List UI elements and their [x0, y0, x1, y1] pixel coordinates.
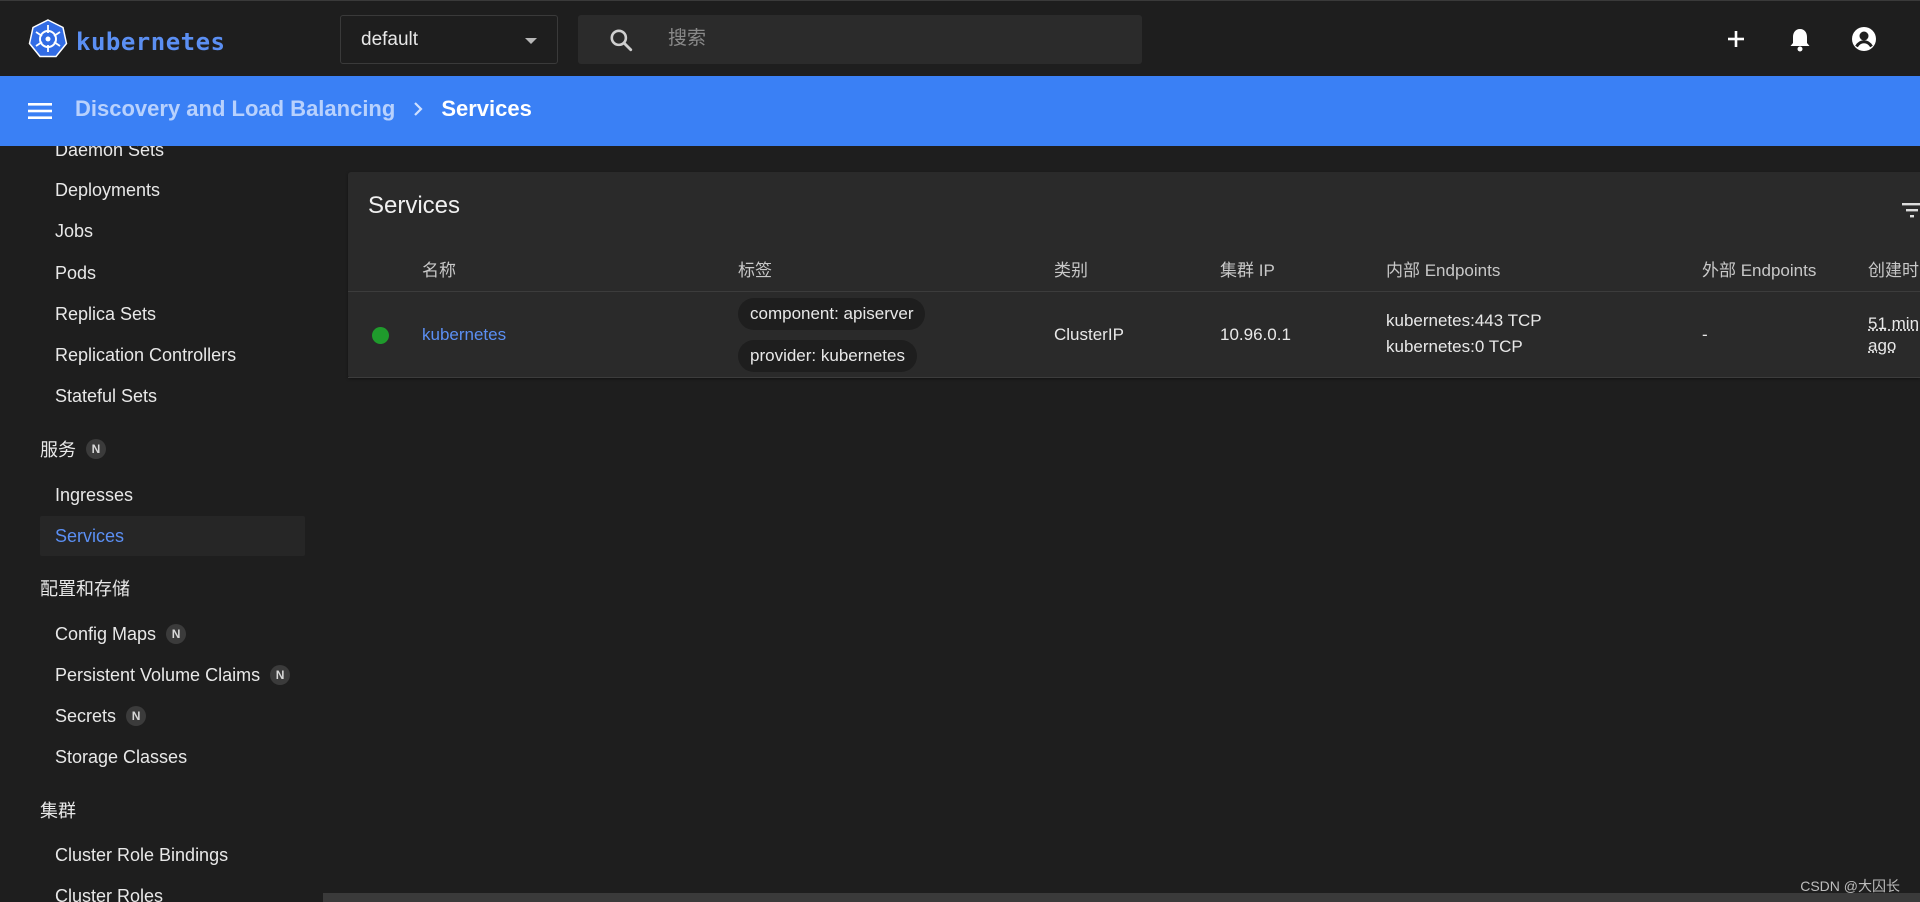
sidebar-item-cluster-roles[interactable]: Cluster Roles — [40, 876, 305, 902]
sidebar-item-deployments[interactable]: Deployments — [40, 170, 305, 210]
add-icon[interactable] — [1720, 23, 1752, 55]
kubernetes-logo-icon — [28, 19, 68, 64]
namespaced-badge: N — [270, 665, 290, 685]
brand-name: kubernetes — [76, 28, 226, 56]
search-input[interactable] — [668, 25, 1108, 53]
status-running-icon — [372, 327, 389, 344]
bell-icon[interactable] — [1784, 23, 1816, 55]
namespace-select[interactable]: default — [340, 15, 558, 64]
sidebar-item-label: Config Maps — [55, 624, 156, 645]
sidebar-item-label: Storage Classes — [55, 747, 187, 768]
sidebar-item-stateful-sets[interactable]: Stateful Sets — [40, 376, 305, 416]
search-bar[interactable] — [578, 15, 1142, 64]
column-header-cluster-ip: 集群 IP — [1220, 256, 1275, 281]
column-header-created[interactable]: 创建时 — [1868, 256, 1919, 281]
sidebar-group-config-storage[interactable]: 配置和存储 — [40, 575, 130, 601]
namespaced-badge: N — [86, 439, 106, 459]
namespace-value: default — [361, 29, 418, 51]
sidebar-item-ingresses[interactable]: Ingresses — [40, 475, 305, 515]
menu-icon[interactable] — [26, 97, 54, 125]
sidebar-item-daemon-sets[interactable]: Daemon Sets — [40, 146, 305, 170]
label-chip: provider: kubernetes — [738, 340, 917, 372]
external-endpoints: - — [1702, 325, 1708, 345]
sidebar-item-config-maps[interactable]: Config Maps N — [40, 614, 305, 654]
sidebar-group-label: 服务 — [40, 436, 76, 462]
chevron-right-icon — [407, 98, 429, 120]
sidebar-item-services[interactable]: Services — [40, 516, 305, 556]
sidebar-item-jobs[interactable]: Jobs — [40, 211, 305, 251]
namespaced-badge: N — [126, 706, 146, 726]
row-divider — [348, 377, 1920, 378]
services-card: Services 名称 标签 类别 集群 IP 内部 Endpoints 外部 … — [348, 172, 1920, 378]
internal-endpoint: kubernetes:443 TCP — [1386, 311, 1542, 331]
page-title: Services — [441, 96, 532, 122]
account-icon[interactable] — [1848, 23, 1880, 55]
card-title: Services — [368, 192, 460, 220]
filter-icon[interactable] — [1900, 198, 1920, 222]
header-divider — [348, 291, 1920, 292]
created-age-suffix: ago — [1868, 336, 1896, 356]
created-age: 51 min — [1868, 314, 1919, 334]
sidebar-group-label: 配置和存储 — [40, 575, 130, 601]
breadcrumb: Discovery and Load Balancing Services — [75, 96, 532, 122]
internal-endpoint: kubernetes:0 TCP — [1386, 337, 1523, 357]
watermark: CSDN @大囚长 — [1800, 876, 1900, 896]
sidebar-group-label: 集群 — [40, 797, 76, 823]
sidebar-group-services[interactable]: 服务 N — [40, 436, 106, 462]
sidebar-group-cluster[interactable]: 集群 — [40, 797, 76, 823]
sidebar-item-cluster-role-bindings[interactable]: Cluster Role Bindings — [40, 835, 305, 875]
caret-down-icon — [525, 38, 537, 44]
column-header-name[interactable]: 名称 — [422, 256, 456, 281]
sidebar-item-replication-controllers[interactable]: Replication Controllers — [40, 335, 305, 375]
page-header: Discovery and Load Balancing Services — [0, 76, 1920, 146]
service-name-link[interactable]: kubernetes — [422, 325, 506, 345]
column-header-external-endpoints: 外部 Endpoints — [1702, 256, 1816, 281]
column-header-internal-endpoints: 内部 Endpoints — [1386, 256, 1500, 281]
search-icon[interactable] — [608, 27, 634, 58]
sidebar-item-persistent-volume-claims[interactable]: Persistent Volume Claims N — [40, 655, 305, 695]
toolbar-actions — [1720, 23, 1880, 55]
column-header-type: 类别 — [1054, 256, 1088, 281]
sidebar-item-secrets[interactable]: Secrets N — [40, 696, 305, 736]
brand-logo[interactable]: kubernetes — [28, 19, 226, 64]
sidebar-item-label: Persistent Volume Claims — [55, 665, 260, 686]
namespaced-badge: N — [166, 624, 186, 644]
breadcrumb-parent-link[interactable]: Discovery and Load Balancing — [75, 96, 395, 122]
label-chip: component: apiserver — [738, 298, 925, 330]
sidebar-item-pods[interactable]: Pods — [40, 253, 305, 293]
sidebar-item-replica-sets[interactable]: Replica Sets — [40, 294, 305, 334]
column-header-labels: 标签 — [738, 256, 772, 281]
cluster-ip: 10.96.0.1 — [1220, 325, 1291, 345]
top-toolbar: kubernetes default — [0, 0, 1920, 76]
sidebar-nav: Daemon Sets Deployments Jobs Pods Replic… — [0, 146, 322, 902]
sidebar-item-storage-classes[interactable]: Storage Classes — [40, 737, 305, 777]
service-type: ClusterIP — [1054, 325, 1124, 345]
horizontal-scrollbar[interactable] — [323, 893, 1920, 902]
sidebar-item-label: Secrets — [55, 706, 116, 727]
